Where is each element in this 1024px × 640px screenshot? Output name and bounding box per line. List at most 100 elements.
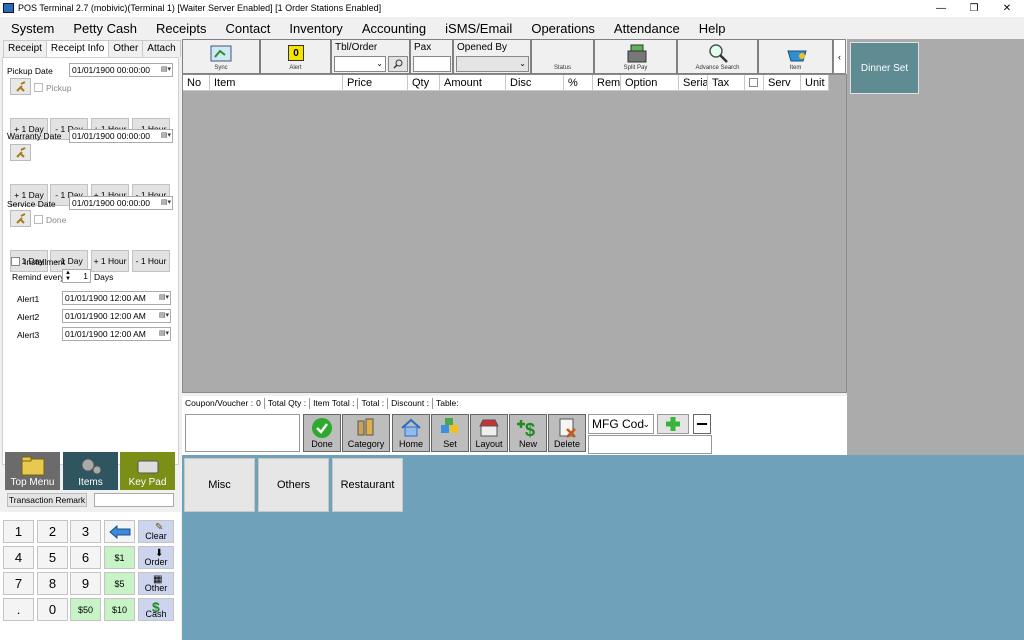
dinner-set-button[interactable]: Dinner Set	[850, 42, 919, 94]
col-select[interactable]	[745, 75, 764, 91]
key-pad-button[interactable]: Key Pad	[120, 452, 175, 490]
money-50-key[interactable]: $50	[70, 598, 101, 621]
tab-receipt[interactable]: Receipt	[3, 40, 47, 57]
service-date-field[interactable]: 01/01/1900 00:00:00 ▤▾	[69, 196, 173, 210]
collapse-panel-button[interactable]: ‹	[833, 39, 846, 74]
service-plus-hour-button[interactable]: + 1 Hour	[91, 250, 129, 272]
tbl-order-select[interactable]: ⌄	[334, 56, 386, 72]
alert-button[interactable]: 0 Alert	[260, 39, 331, 74]
col-price[interactable]: Price	[343, 75, 408, 91]
pickup-date-field[interactable]: 01/01/1900 00:00:00 ▤▾	[69, 63, 173, 77]
tab-receipt-info[interactable]: Receipt Info	[45, 40, 110, 58]
col-disc[interactable]: Disc	[506, 75, 564, 91]
col-amount[interactable]: Amount	[440, 75, 506, 91]
key-5[interactable]: 5	[37, 546, 68, 569]
mfg-code-select[interactable]: MFG Cod ⌄	[588, 414, 654, 434]
category-restaurant[interactable]: Restaurant	[332, 458, 403, 512]
col-serv[interactable]: Serv	[764, 75, 801, 91]
menu-operations[interactable]: Operations	[520, 17, 603, 38]
menu-petty-cash[interactable]: Petty Cash	[62, 17, 145, 38]
table-search-button[interactable]	[388, 56, 408, 72]
category-button[interactable]: Category	[342, 414, 390, 452]
key-9[interactable]: 9	[70, 572, 101, 595]
key-8[interactable]: 8	[37, 572, 68, 595]
order-key[interactable]: ⬇ Order	[138, 546, 174, 569]
menu-system[interactable]: System	[0, 17, 62, 38]
col-no[interactable]: No	[183, 75, 210, 91]
mfg-code-input[interactable]	[588, 435, 712, 454]
backspace-key[interactable]	[104, 520, 135, 543]
other-key[interactable]: ▦ Other	[138, 572, 174, 595]
key-3[interactable]: 3	[70, 520, 101, 543]
col-rem[interactable]: Rem	[593, 75, 621, 91]
alert2-field[interactable]: 01/01/1900 12:00 AM ▤▾	[62, 309, 171, 323]
close-button[interactable]: ✕	[990, 0, 1024, 17]
layout-button[interactable]: Layout	[470, 414, 508, 452]
col-percent[interactable]: %	[564, 75, 593, 91]
order-grid[interactable]: No Item Price Qty Amount Disc % Rem Opti…	[182, 74, 847, 393]
alert1-field[interactable]: 01/01/1900 12:00 AM ▤▾	[62, 291, 171, 305]
barcode-input[interactable]	[185, 414, 300, 452]
clear-key[interactable]: ✎ Clear	[138, 520, 174, 543]
key-1[interactable]: 1	[3, 520, 34, 543]
key-6[interactable]: 6	[70, 546, 101, 569]
money-5-key[interactable]: $5	[104, 572, 135, 595]
installment-checkbox[interactable]	[11, 257, 20, 266]
minimize-button[interactable]: —	[924, 0, 958, 17]
top-menu-button[interactable]: Top Menu	[5, 452, 60, 490]
warranty-date-field[interactable]: 01/01/1900 00:00:00 ▤▾	[69, 129, 173, 143]
opened-by-select[interactable]: ⌄	[456, 56, 529, 72]
delete-button[interactable]: Delete	[548, 414, 586, 452]
money-1-key[interactable]: $1	[104, 546, 135, 569]
tab-other[interactable]: Other	[108, 40, 144, 57]
transaction-remark-input[interactable]	[94, 493, 174, 507]
menu-isms-email[interactable]: iSMS/Email	[434, 17, 520, 38]
remove-button[interactable]	[693, 414, 711, 434]
transaction-remark-button[interactable]: Transaction Remark	[7, 493, 87, 507]
items-button[interactable]: Items	[63, 452, 118, 490]
key-2[interactable]: 2	[37, 520, 68, 543]
col-item[interactable]: Item	[210, 75, 343, 91]
alert3-field[interactable]: 01/01/1900 12:00 AM ▤▾	[62, 327, 171, 341]
pickup-checkbox[interactable]	[34, 83, 43, 92]
item-button[interactable]: Item	[758, 39, 833, 74]
done-checkbox[interactable]	[34, 215, 43, 224]
menu-help[interactable]: Help	[688, 17, 734, 38]
menu-accounting[interactable]: Accounting	[351, 17, 434, 38]
category-area: Misc Others Restaurant	[182, 455, 1024, 640]
sync-button[interactable]: Sync	[182, 39, 260, 74]
split-pay-button[interactable]: Split Pay	[594, 39, 677, 74]
menu-inventory[interactable]: Inventory	[278, 17, 350, 38]
col-option[interactable]: Option	[621, 75, 679, 91]
col-tax[interactable]: Tax	[708, 75, 745, 91]
col-qty[interactable]: Qty	[408, 75, 440, 91]
pax-input[interactable]	[413, 56, 451, 72]
new-button[interactable]: $ New	[509, 414, 547, 452]
service-minus-hour-button[interactable]: - 1 Hour	[132, 250, 170, 272]
menu-attendance[interactable]: Attendance	[603, 17, 688, 38]
select-all-checkbox[interactable]	[749, 78, 758, 87]
money-10-key[interactable]: $10	[104, 598, 135, 621]
clear-pickup-button[interactable]	[10, 78, 31, 95]
col-unit[interactable]: Unit	[801, 75, 829, 91]
key-4[interactable]: 4	[3, 546, 34, 569]
home-button[interactable]: Home	[392, 414, 430, 452]
category-others[interactable]: Others	[258, 458, 329, 512]
maximize-button[interactable]: ❐	[957, 0, 991, 17]
menu-receipts[interactable]: Receipts	[145, 17, 215, 38]
category-misc[interactable]: Misc	[184, 458, 255, 512]
clear-warranty-button[interactable]	[10, 144, 31, 161]
key-0[interactable]: 0	[37, 598, 68, 621]
clear-service-button[interactable]	[10, 210, 31, 227]
set-button[interactable]: Set	[431, 414, 469, 452]
remind-stepper[interactable]: ▲ ▼ 1	[62, 269, 91, 283]
menu-contact[interactable]: Contact	[215, 17, 279, 38]
add-button[interactable]	[657, 414, 689, 434]
col-serial[interactable]: Serial	[679, 75, 708, 91]
done-button[interactable]: Done	[303, 414, 341, 452]
cash-key[interactable]: $ Cash	[138, 598, 174, 621]
key-7[interactable]: 7	[3, 572, 34, 595]
tab-attach[interactable]: Attach	[142, 40, 181, 57]
advance-search-button[interactable]: Advance Search	[677, 39, 758, 74]
key-dot[interactable]: .	[3, 598, 34, 621]
